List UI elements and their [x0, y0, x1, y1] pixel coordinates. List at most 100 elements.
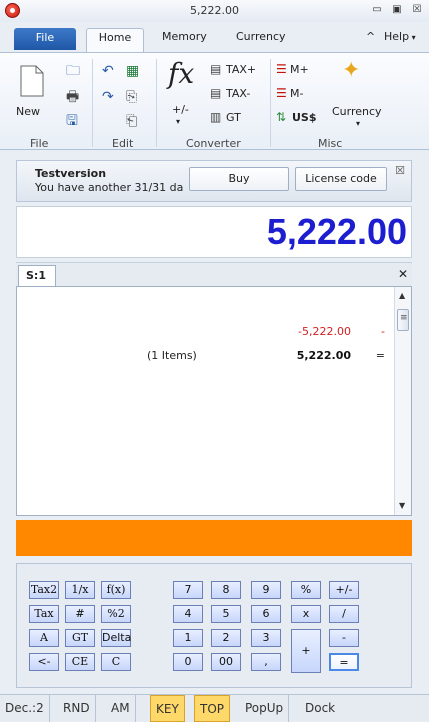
key-button[interactable]: A	[29, 629, 59, 647]
ribbon-collapse-icon[interactable]: ^	[366, 30, 375, 43]
tax-minus-button[interactable]: TAX-	[226, 87, 250, 100]
result-display: 5,222.00	[16, 206, 412, 258]
tape-line-amount: 5,222.00	[296, 349, 351, 362]
key-button[interactable]: 0	[173, 653, 203, 671]
maximize-icon[interactable]: ▣	[390, 4, 404, 16]
print-icon[interactable]: 🖶	[66, 89, 79, 105]
group-separator	[270, 59, 271, 147]
key-button[interactable]: C	[101, 653, 131, 671]
key-button[interactable]: x	[291, 605, 321, 623]
tab-currency[interactable]: Currency	[236, 30, 286, 43]
key-button[interactable]: Tax	[29, 605, 59, 623]
status-color-bar	[16, 520, 412, 556]
plus-minus-button[interactable]: +/-	[172, 103, 189, 116]
tab-memory[interactable]: Memory	[162, 30, 207, 43]
group-label-converter: Converter	[186, 137, 241, 150]
fx-button[interactable]: fx	[168, 57, 194, 90]
memory-plus-icon: ☰	[276, 62, 287, 76]
group-label-misc: Misc	[318, 137, 343, 150]
copy-icon[interactable]: ⎘	[126, 89, 137, 105]
key-button[interactable]: -	[329, 629, 359, 647]
key-button[interactable]: +/-	[329, 581, 359, 599]
key-button[interactable]: 3	[251, 629, 281, 647]
chevron-down-icon: ▾	[176, 117, 181, 126]
key-status[interactable]: KEY	[150, 695, 185, 722]
paste-icon[interactable]: ⎗	[126, 113, 137, 129]
key-button[interactable]: Delta	[101, 629, 131, 647]
excel-export-icon[interactable]: ▦	[126, 63, 139, 79]
key-button[interactable]: 5	[211, 605, 241, 623]
key-button[interactable]: /	[329, 605, 359, 623]
key-button[interactable]: <-	[29, 653, 59, 671]
popup-status[interactable]: PopUp	[240, 695, 290, 722]
top-status[interactable]: TOP	[194, 695, 231, 722]
key-button[interactable]: =	[329, 653, 359, 671]
group-separator	[92, 59, 93, 147]
scroll-thumb[interactable]	[397, 309, 409, 331]
trial-notice: Testversion You have another 31/31 da Bu…	[16, 160, 412, 202]
tab-help-label: Help	[384, 30, 410, 43]
license-code-button[interactable]: License code	[295, 167, 387, 191]
buy-button[interactable]: Buy	[189, 167, 289, 191]
tape-line-operator: =	[375, 349, 385, 362]
currency-button[interactable]: Currency	[332, 105, 382, 118]
group-label-edit: Edit	[112, 137, 134, 150]
tape-tab-bar: S:1 ✕	[16, 262, 412, 287]
decimal-places-status[interactable]: Dec.:2	[0, 695, 50, 722]
new-document-icon	[20, 65, 44, 97]
key-button[interactable]: 7	[173, 581, 203, 599]
minimize-icon[interactable]: ▭	[370, 4, 384, 16]
key-button[interactable]: +	[291, 629, 321, 673]
rounding-status[interactable]: RND	[58, 695, 96, 722]
uss-button[interactable]: US$	[292, 111, 317, 124]
dock-status[interactable]: Dock	[300, 695, 340, 722]
close-icon[interactable]: ☒	[410, 4, 424, 16]
open-icon[interactable]: 🗀	[66, 63, 80, 79]
save-icon[interactable]: 🖫	[66, 113, 78, 129]
key-button[interactable]: 8	[211, 581, 241, 599]
m-plus-button[interactable]: M+	[290, 63, 309, 76]
tax-plus-icon: ▤	[210, 62, 222, 76]
key-button[interactable]: 4	[173, 605, 203, 623]
key-button[interactable]: f(x)	[101, 581, 131, 599]
tab-help[interactable]: Help ▾	[384, 30, 416, 43]
chevron-down-icon: ▾	[409, 33, 416, 42]
tape-line-operator: -	[381, 325, 385, 338]
key-button[interactable]: 6	[251, 605, 281, 623]
key-button[interactable]: #	[65, 605, 95, 623]
key-button[interactable]: 9	[251, 581, 281, 599]
tape-line-label: (1 Items)	[147, 349, 197, 362]
redo-icon[interactable]: ↷	[102, 89, 114, 105]
tab-home[interactable]: Home	[86, 28, 144, 52]
undo-icon[interactable]: ↶	[102, 63, 114, 79]
key-button[interactable]: %	[291, 581, 321, 599]
tape-list[interactable]: -5,222.00 - (1 Items) 5,222.00 = ▲ ▼	[16, 286, 412, 516]
tab-file[interactable]: File	[14, 28, 76, 50]
key-button[interactable]: GT	[65, 629, 95, 647]
scroll-up-icon[interactable]: ▲	[399, 291, 405, 300]
gt-icon: ▥	[210, 110, 222, 124]
tax-plus-button[interactable]: TAX+	[226, 63, 256, 76]
scroll-down-icon[interactable]: ▼	[399, 501, 405, 510]
key-button[interactable]: 1	[173, 629, 203, 647]
key-button[interactable]: ,	[251, 653, 281, 671]
window-title: 5,222.00	[190, 4, 239, 17]
key-button[interactable]: 2	[211, 629, 241, 647]
memory-minus-icon: ☰	[276, 86, 287, 100]
key-button[interactable]: Tax2	[29, 581, 59, 599]
tax-minus-icon: ▤	[210, 86, 222, 100]
key-button[interactable]: CE	[65, 653, 95, 671]
tape-tab-s1[interactable]: S:1	[18, 265, 56, 287]
m-minus-button[interactable]: M-	[290, 87, 303, 100]
key-button[interactable]: 1/x	[65, 581, 95, 599]
close-notice-icon[interactable]: ☒	[395, 164, 405, 177]
chevron-down-icon: ▾	[356, 119, 361, 128]
key-button[interactable]: 00	[211, 653, 241, 671]
am-status[interactable]: AM	[106, 695, 136, 722]
tape-scrollbar[interactable]: ▲ ▼	[394, 287, 411, 515]
keypad: Tax2 1/x f(x) Tax # %2 A GT Delta <- CE C 7 8 9% +/- 4 5…	[16, 563, 412, 688]
currency-convert-icon: ⇅	[276, 110, 287, 124]
gt-button[interactable]: GT	[226, 111, 241, 124]
close-tape-icon[interactable]: ✕	[398, 267, 408, 281]
key-button[interactable]: %2	[101, 605, 131, 623]
